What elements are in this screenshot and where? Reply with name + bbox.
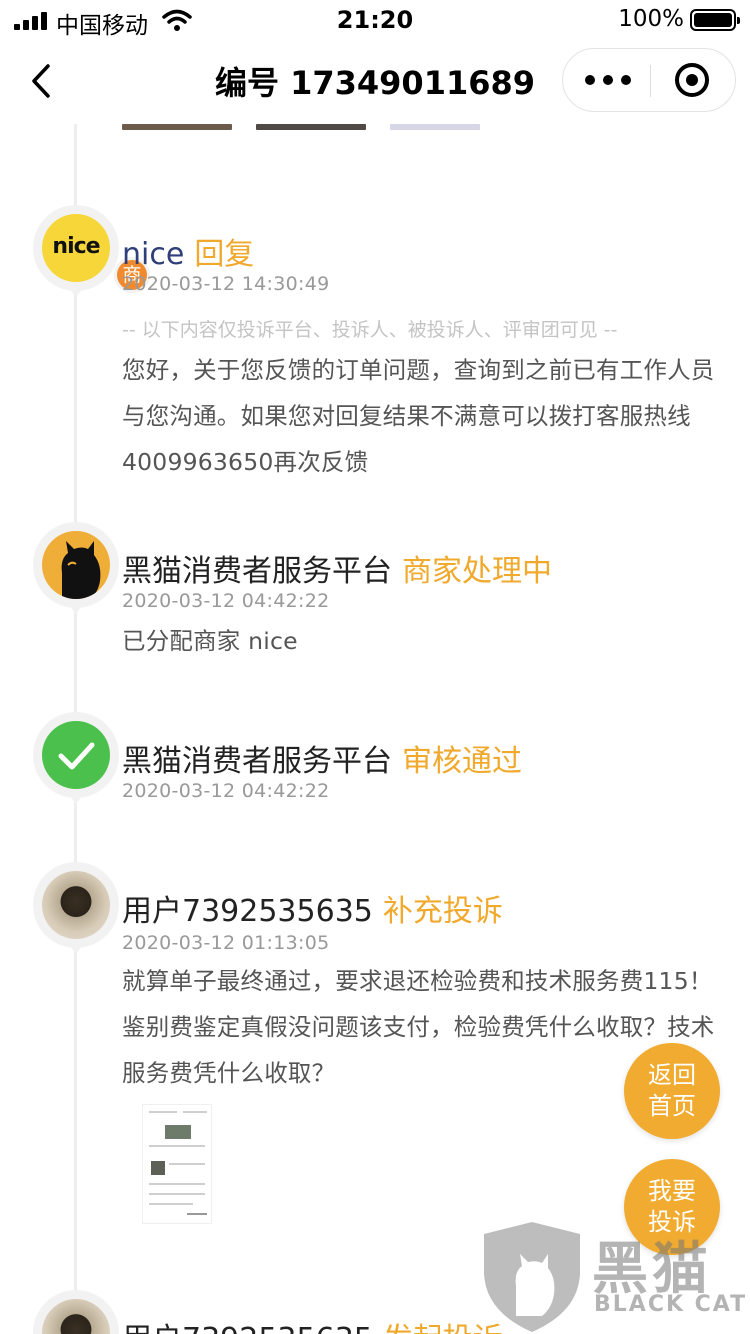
battery-percent: 100% [618, 6, 684, 32]
entry-author: 黑猫消费者服务平台 [122, 744, 392, 779]
back-home-label: 返回首页 [648, 1061, 696, 1120]
entry-header: 用户7392535635发起投诉 [122, 1314, 503, 1334]
merchant-logo-text: nice [52, 234, 100, 259]
watermark-subtitle: BLACK CAT [594, 1292, 748, 1317]
entry-author: nice [122, 237, 185, 272]
entry-action: 补充投诉 [382, 894, 503, 929]
avatar-ring [33, 862, 119, 954]
close-miniprogram-icon[interactable] [675, 63, 709, 97]
user-avatar [42, 1299, 110, 1334]
checkmark-icon [58, 742, 95, 770]
capsule-divider [650, 65, 651, 97]
back-home-button[interactable]: 返回首页 [624, 1043, 720, 1139]
miniprogram-capsule [562, 48, 736, 112]
status-bar: 中国移动 21:20 100% [0, 0, 750, 40]
user-avatar [42, 871, 110, 939]
entry-time: 2020-03-12 04:42:22 [122, 590, 330, 612]
avatar-ring [33, 712, 119, 804]
page-title: 编号 17349011689 [214, 64, 536, 102]
entry-header: 用户7392535635 补充投诉 [122, 886, 503, 930]
entry-action: 回复 [194, 237, 255, 272]
entry-header: 黑猫消费者服务平台 审核通过 [122, 736, 522, 780]
platform-avatar [42, 531, 110, 599]
avatar-ring [33, 1290, 119, 1334]
entry-time: 2020-03-12 04:42:22 [122, 780, 330, 802]
black-cat-watermark: 黑猫 BLACK CAT [480, 1220, 750, 1334]
black-cat-icon [61, 541, 101, 599]
back-icon[interactable] [22, 58, 62, 104]
shield-cat-icon [484, 1222, 580, 1332]
entry-header: 黑猫消费者服务平台 商家处理中 [122, 546, 552, 590]
entry-author: 用户7392535635 [122, 894, 373, 929]
visibility-notice: -- 以下内容仅投诉平台、投诉人、被投诉人、评审团可见 -- [122, 319, 618, 341]
entry-action: 商家处理中 [402, 554, 552, 589]
avatar-ring [33, 522, 119, 614]
entry-action: 审核通过 [402, 744, 522, 779]
previous-attachments [122, 124, 482, 132]
avatar-ring: nice 商 [33, 205, 150, 297]
attachment-thumbnail[interactable] [142, 1104, 212, 1224]
nav-bar: 编号 17349011689 [0, 40, 750, 124]
entry-text: 您好，关于您反馈的订单问题，查询到之前已有工作人员与您沟通。如果您对回复结果不满… [122, 356, 715, 476]
entry-time: 2020-03-12 14:30:49 [122, 273, 330, 295]
entry-time: 2020-03-12 01:13:05 [122, 932, 330, 954]
entry-author: 黑猫消费者服务平台 [122, 554, 392, 589]
entry-text: 已分配商家 nice [122, 627, 298, 655]
entry-author: 用户7392535635 [122, 1322, 373, 1334]
more-icon[interactable] [585, 73, 631, 87]
approved-avatar [42, 721, 110, 789]
battery-icon [690, 9, 740, 31]
merchant-avatar: nice [42, 214, 110, 282]
entry-header: nice 回复 [122, 229, 254, 273]
